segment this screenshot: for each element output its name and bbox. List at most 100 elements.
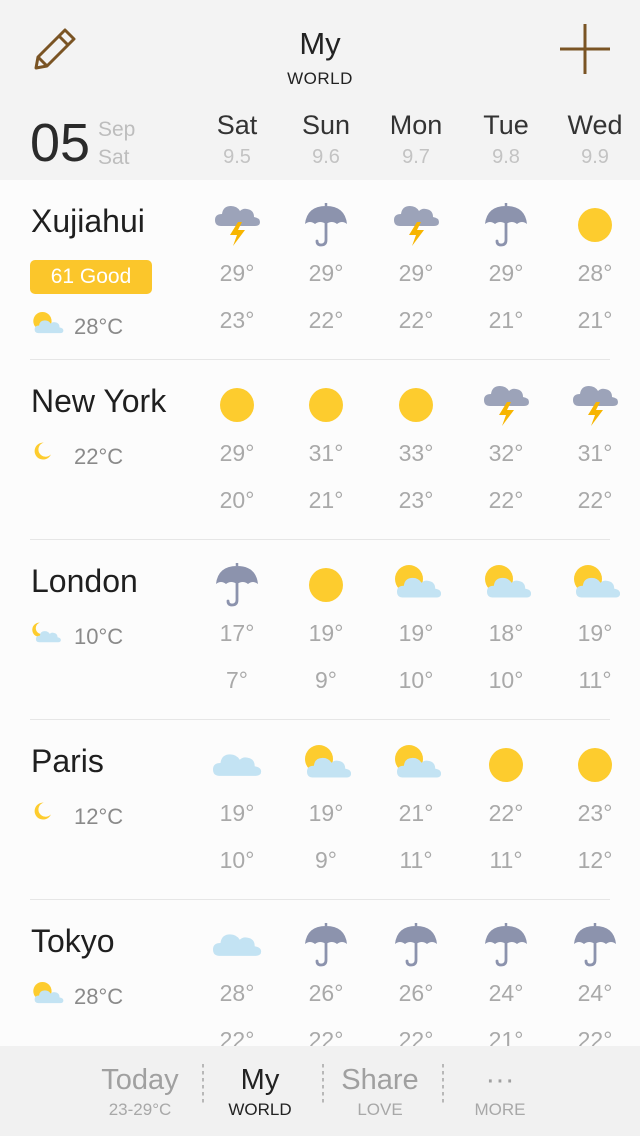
day-date: 9.5 bbox=[223, 146, 251, 168]
rain-icon bbox=[305, 203, 347, 247]
partly-cloudy-icon bbox=[395, 745, 442, 778]
city-row-new-york[interactable]: New York 22°C 29° 20° 31° 21° 33° 23° 32… bbox=[0, 360, 640, 540]
forecast-high: 33° bbox=[398, 440, 434, 466]
forecast-low: 23° bbox=[219, 307, 255, 333]
rain-icon bbox=[485, 923, 527, 967]
city-row-xujiahui[interactable]: Xujiahui 61 Good 28°C 29° 23° 29° 22° 29°… bbox=[0, 180, 640, 360]
day-name: Wed bbox=[567, 110, 623, 140]
aqi-badge: 61 Good bbox=[30, 260, 152, 294]
forecast-low: 11° bbox=[578, 667, 612, 693]
moon-icon bbox=[34, 442, 51, 460]
sunny-icon bbox=[309, 388, 343, 422]
forecast-high: 28° bbox=[577, 260, 613, 286]
partly-cloudy-icon bbox=[485, 565, 532, 598]
moon-icon bbox=[34, 802, 51, 820]
forecast-high: 29° bbox=[308, 260, 344, 286]
thunderstorm-icon bbox=[215, 206, 260, 246]
tab-sublabel: 23-29°C bbox=[108, 1100, 172, 1119]
forecast-high: 29° bbox=[219, 260, 255, 286]
tab-23-29°c[interactable]: Today 23-29°C bbox=[80, 1046, 200, 1136]
current-temperature: 28°C bbox=[74, 314, 124, 339]
page-subtitle: WORLD bbox=[287, 69, 353, 88]
forecast-high: 22° bbox=[488, 800, 524, 826]
forecast-low: 11° bbox=[489, 847, 523, 873]
forecast-low: 10° bbox=[219, 847, 255, 873]
city-row-london[interactable]: London 10°C 17° 7° 19° 9° 19° 10° 18° 10… bbox=[0, 540, 640, 720]
tab-label: Today bbox=[101, 1064, 179, 1096]
current-day-number: 05 bbox=[30, 113, 91, 173]
forecast-low: 22° bbox=[577, 1027, 613, 1046]
tab-label: My bbox=[240, 1064, 280, 1096]
city-list[interactable]: Xujiahui 61 Good 28°C 29° 23° 29° 22° 29°… bbox=[0, 180, 640, 1046]
day-date: 9.8 bbox=[492, 146, 520, 168]
current-month: Sep bbox=[98, 118, 136, 141]
forecast-high: 28° bbox=[219, 980, 255, 1006]
add-city-button[interactable] bbox=[556, 20, 614, 78]
forecast-high: 21° bbox=[398, 800, 434, 826]
sunny-icon bbox=[220, 388, 254, 422]
tab-love[interactable]: Share LOVE bbox=[320, 1046, 440, 1136]
city-row-paris[interactable]: Paris 12°C 19° 10° 19° 9° 21° 11° 22° 11… bbox=[0, 720, 640, 900]
forecast-high: 29° bbox=[398, 260, 434, 286]
rain-icon bbox=[395, 923, 437, 967]
forecast-high: 24° bbox=[577, 980, 613, 1006]
forecast-low: 22° bbox=[577, 487, 613, 513]
day-name: Sun bbox=[301, 110, 351, 140]
tab-separator bbox=[322, 1064, 324, 1106]
forecast-high: 19° bbox=[219, 800, 255, 826]
forecast-low: 10° bbox=[488, 667, 524, 693]
tab-sublabel: WORLD bbox=[228, 1100, 292, 1119]
forecast-high: 26° bbox=[398, 980, 434, 1006]
forecast-low: 22° bbox=[398, 307, 434, 333]
forecast-low: 12° bbox=[577, 847, 613, 873]
thunderstorm-icon bbox=[394, 206, 439, 246]
forecast-low: 22° bbox=[308, 1027, 344, 1046]
forecast-low: 22° bbox=[219, 1027, 255, 1046]
day-name: Tue bbox=[483, 110, 529, 140]
current-temperature: 28°C bbox=[74, 984, 124, 1009]
forecast-high: 18° bbox=[488, 620, 524, 646]
partly-cloudy-icon bbox=[33, 311, 64, 334]
tab-sublabel: LOVE bbox=[357, 1100, 403, 1119]
day-date: 9.7 bbox=[402, 146, 430, 168]
forecast-high: 23° bbox=[577, 800, 613, 826]
cloudy-icon bbox=[213, 754, 262, 776]
forecast-low: 22° bbox=[398, 1027, 434, 1046]
forecast-high: 19° bbox=[398, 620, 434, 646]
forecast-high: 31° bbox=[308, 440, 344, 466]
sunny-icon bbox=[399, 388, 433, 422]
tab-more[interactable]: ··· MORE bbox=[440, 1046, 560, 1136]
partly-cloudy-icon bbox=[395, 565, 442, 598]
tab-separator bbox=[442, 1064, 444, 1106]
forecast-low: 10° bbox=[398, 667, 434, 693]
city-name: New York bbox=[31, 383, 167, 419]
forecast-high: 26° bbox=[308, 980, 344, 1006]
forecast-high: 32° bbox=[488, 440, 524, 466]
city-name: Tokyo bbox=[31, 923, 115, 959]
cloudy-icon bbox=[213, 934, 262, 956]
sunny-icon bbox=[578, 208, 612, 242]
forecast-high: 17° bbox=[219, 620, 255, 646]
day-date: 9.6 bbox=[312, 146, 340, 168]
city-name: Xujiahui bbox=[31, 203, 145, 239]
forecast-high: 19° bbox=[308, 620, 344, 646]
tab-world[interactable]: My WORLD bbox=[200, 1046, 320, 1136]
tab-separator bbox=[202, 1064, 204, 1106]
forecast-low: 9° bbox=[315, 667, 337, 693]
partly-cloudy-icon bbox=[305, 745, 352, 778]
partly-cloudy-icon bbox=[33, 981, 64, 1004]
tab-bar: Today 23-29°C My WORLD Share LOVE ··· MORE bbox=[0, 1046, 640, 1136]
current-temperature: 10°C bbox=[74, 624, 124, 649]
tab-label: ··· bbox=[485, 1064, 515, 1096]
forecast-high: 19° bbox=[308, 800, 344, 826]
rain-icon bbox=[216, 563, 258, 607]
page-title: My bbox=[299, 26, 341, 61]
plus-icon bbox=[560, 24, 610, 74]
current-temperature: 12°C bbox=[74, 804, 124, 829]
thunderstorm-icon bbox=[484, 386, 529, 426]
city-row-tokyo[interactable]: Tokyo 28°C 28° 22° 26° 22° 26° 22° 24° 2… bbox=[0, 900, 640, 1046]
forecast-high: 29° bbox=[219, 440, 255, 466]
forecast-low: 11° bbox=[399, 847, 433, 873]
partly-cloudy-icon bbox=[574, 565, 621, 598]
city-name: London bbox=[31, 563, 138, 599]
